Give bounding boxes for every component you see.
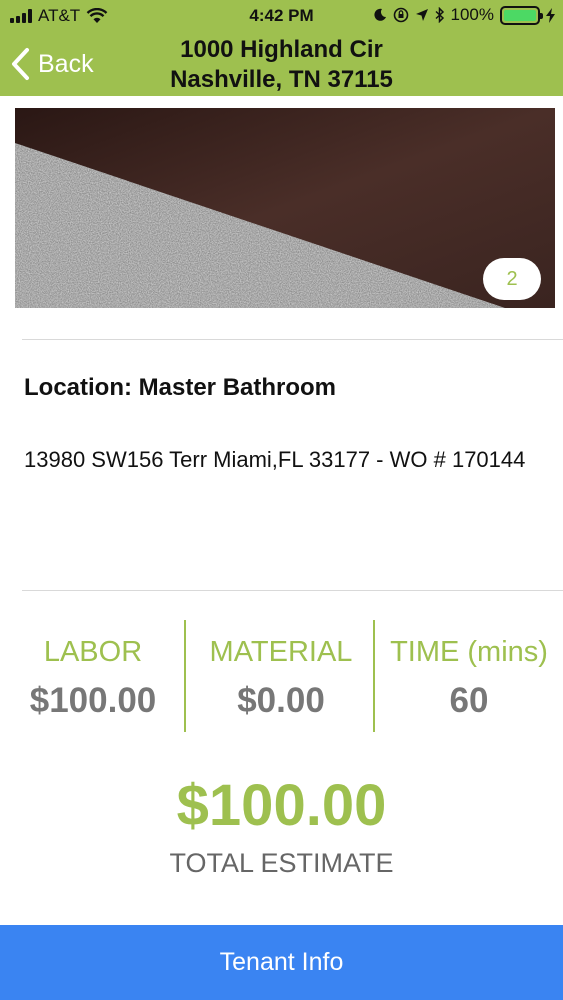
photo-image — [15, 108, 555, 308]
battery-icon — [500, 5, 543, 25]
chevron-left-icon — [12, 48, 29, 80]
time-value: 60 — [449, 681, 489, 720]
title-street: 1000 Highland Cir — [180, 36, 383, 63]
title-city: Nashville, TN 37115 — [170, 66, 393, 93]
labor-value: $100.00 — [29, 681, 157, 720]
work-order-photo[interactable]: 2 — [15, 108, 555, 308]
back-label: Back — [38, 49, 94, 78]
nav-bar: AT&T 4:42 PM 100% Back 1000 Highland Cir… — [0, 0, 563, 96]
material-value: $0.00 — [237, 681, 325, 720]
labor-label: LABOR — [43, 636, 143, 668]
status-bar: AT&T 4:42 PM 100% — [0, 0, 563, 32]
bluetooth-icon — [435, 7, 444, 23]
time-stat: TIME (mins) 60 — [375, 636, 563, 721]
labor-stat: LABOR $100.00 — [0, 636, 186, 721]
battery-percent: 100% — [450, 5, 494, 24]
charging-bolt-icon — [546, 7, 555, 23]
divider — [22, 590, 563, 591]
total-estimate-label: TOTAL ESTIMATE — [169, 848, 394, 878]
time-label: TIME (mins) — [390, 636, 548, 668]
total-estimate-value: $100.00 — [176, 773, 387, 838]
back-button[interactable]: Back — [10, 44, 94, 84]
work-order-address: 13980 SW156 Terr Miami,FL 33177 - WO # 1… — [24, 447, 526, 472]
material-label: MATERIAL — [209, 636, 353, 668]
location-heading: Location: Master Bathroom — [24, 374, 337, 401]
tenant-info-button[interactable]: Tenant Info — [0, 925, 563, 1000]
location-arrow-icon — [415, 9, 428, 21]
orientation-lock-icon — [393, 7, 408, 23]
material-stat: MATERIAL $0.00 — [188, 636, 374, 721]
column-separator — [184, 620, 186, 732]
moon-icon — [373, 8, 386, 21]
divider — [22, 339, 563, 340]
photo-count-badge: 2 — [483, 258, 541, 300]
page-title: 1000 Highland Cir Nashville, TN 37115 — [130, 35, 433, 95]
